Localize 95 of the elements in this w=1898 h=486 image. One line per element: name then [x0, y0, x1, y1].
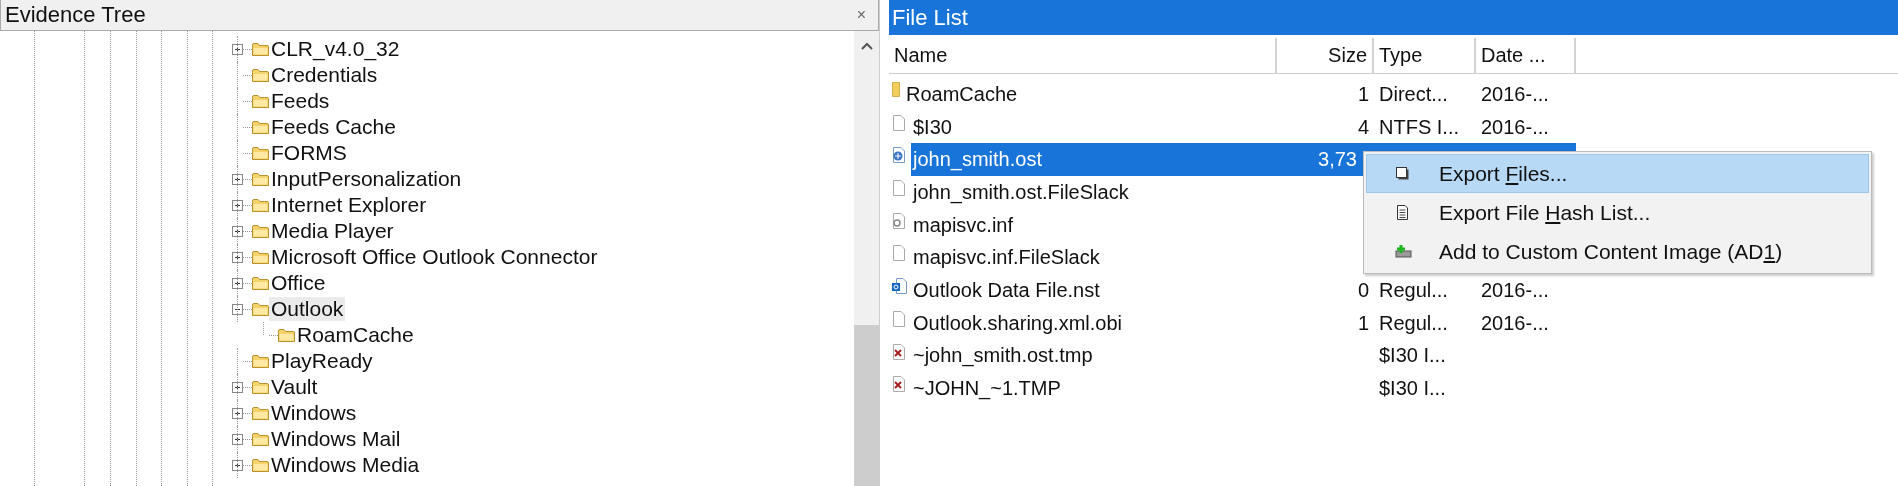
- file-size: 1: [1357, 82, 1369, 106]
- folder-icon: [252, 354, 269, 368]
- column-header[interactable]: Date ...: [1476, 38, 1576, 73]
- file-name[interactable]: mapisvc.inf.FileSlack: [911, 246, 1102, 270]
- file-date: 2016-...: [1481, 311, 1549, 335]
- folder-icon: [252, 380, 269, 394]
- expand-icon[interactable]: [232, 433, 243, 445]
- file-icon: [892, 245, 907, 262]
- expand-icon[interactable]: [232, 43, 243, 55]
- folder-icon: [252, 224, 269, 238]
- tree-item[interactable]: PlayReady: [269, 349, 375, 373]
- folder-icon: [278, 328, 295, 342]
- file-size: 4: [1357, 115, 1369, 139]
- file-type: Regul...: [1379, 278, 1448, 302]
- folder-icon: [252, 94, 269, 108]
- tree-item[interactable]: Outlook: [269, 297, 346, 321]
- tree-item[interactable]: InputPersonalization: [269, 167, 464, 191]
- file-date: 2016-...: [1481, 278, 1549, 302]
- folder-icon: [252, 146, 269, 160]
- file-name[interactable]: john_smith.ost: [911, 143, 1277, 177]
- file-size: 3,73: [1318, 148, 1357, 172]
- file-name[interactable]: ~john_smith.ost.tmp: [911, 344, 1095, 368]
- scroll-up-icon: [859, 41, 874, 51]
- add-drive-icon: [1394, 244, 1412, 259]
- scrollbar[interactable]: [854, 31, 879, 486]
- folder-icon: [252, 406, 269, 420]
- tree-item[interactable]: CLR_v4.0_32: [269, 37, 402, 61]
- expand-icon[interactable]: [232, 225, 243, 237]
- file-name[interactable]: ~JOHN_~1.TMP: [911, 377, 1063, 401]
- scrollbar-thumb[interactable]: [854, 325, 879, 486]
- file-icon: [892, 114, 907, 131]
- panel-title: Evidence Tree: [5, 2, 146, 28]
- folder-icon: [252, 302, 269, 316]
- file-type: Direct...: [1379, 82, 1448, 106]
- deleted-file-icon: [892, 343, 907, 360]
- folder-icon: [252, 250, 269, 264]
- file-type: $I30 I...: [1379, 377, 1446, 401]
- file-date: 2016-...: [1481, 82, 1549, 106]
- file-type: Regul...: [1379, 311, 1448, 335]
- tree-item[interactable]: RoamCache: [295, 323, 416, 347]
- column-header[interactable]: Type: [1374, 38, 1476, 73]
- tree-item[interactable]: Feeds: [269, 89, 332, 113]
- file-name[interactable]: Outlook Data File.nst: [911, 278, 1102, 302]
- tree-item[interactable]: Windows: [269, 401, 359, 425]
- tree-item[interactable]: Feeds Cache: [269, 115, 398, 139]
- file-name[interactable]: $I30: [911, 115, 954, 139]
- folder-icon: [252, 68, 269, 82]
- folder-icon: [252, 42, 269, 56]
- file-name[interactable]: RoamCache: [904, 82, 1020, 106]
- column-header[interactable]: Name: [889, 38, 1277, 73]
- settings-file-icon: [892, 212, 907, 229]
- tree-item[interactable]: Office: [269, 271, 328, 295]
- folder-icon: [892, 82, 900, 97]
- folder-icon: [252, 172, 269, 186]
- expand-icon[interactable]: [232, 199, 243, 211]
- page-icon: [1394, 166, 1412, 181]
- expand-icon[interactable]: [232, 173, 243, 185]
- menu-item[interactable]: Export File Hash List...: [1366, 193, 1869, 232]
- folder-icon: [252, 120, 269, 134]
- tree-item[interactable]: Internet Explorer: [269, 193, 429, 217]
- close-button[interactable]: ×: [856, 6, 866, 24]
- mail-file-icon: [892, 278, 907, 295]
- expand-icon[interactable]: [232, 407, 243, 419]
- column-header[interactable]: Size: [1277, 38, 1374, 73]
- file-name[interactable]: john_smith.ost.FileSlack: [911, 180, 1131, 204]
- file-icon: [892, 310, 907, 327]
- file-size: 1: [1357, 311, 1369, 335]
- deleted-file-icon: [892, 376, 907, 393]
- tree-item[interactable]: Windows Mail: [269, 427, 403, 451]
- folder-icon: [252, 432, 269, 446]
- folder-icon: [252, 276, 269, 290]
- file-name[interactable]: Outlook.sharing.xml.obi: [911, 311, 1124, 335]
- file-date: 2016-...: [1481, 115, 1549, 139]
- folder-icon: [252, 458, 269, 472]
- panel-title: File List: [889, 0, 1898, 35]
- tree-item[interactable]: Windows Media: [269, 453, 422, 477]
- expand-icon[interactable]: [232, 381, 243, 393]
- expand-icon[interactable]: [232, 251, 243, 263]
- tree-item[interactable]: Media Player: [269, 219, 396, 243]
- file-size: 0: [1357, 278, 1369, 302]
- expand-icon[interactable]: [232, 459, 243, 471]
- tree-item[interactable]: Credentials: [269, 63, 380, 87]
- file-icon: [892, 180, 907, 197]
- data-file-icon: [892, 147, 907, 164]
- file-type: $I30 I...: [1379, 344, 1446, 368]
- collapse-icon[interactable]: [232, 303, 243, 315]
- expand-icon[interactable]: [232, 277, 243, 289]
- tree-item[interactable]: Microsoft Office Outlook Connector: [269, 245, 600, 269]
- file-name[interactable]: mapisvc.inf: [911, 213, 1016, 237]
- tree-item[interactable]: FORMS: [269, 141, 349, 165]
- file-type: NTFS I...: [1379, 115, 1459, 139]
- menu-item[interactable]: Export Files...: [1366, 154, 1869, 193]
- tree-item[interactable]: Vault: [269, 375, 320, 399]
- folder-icon: [252, 198, 269, 212]
- menu-item[interactable]: Add to Custom Content Image (AD1): [1366, 232, 1869, 271]
